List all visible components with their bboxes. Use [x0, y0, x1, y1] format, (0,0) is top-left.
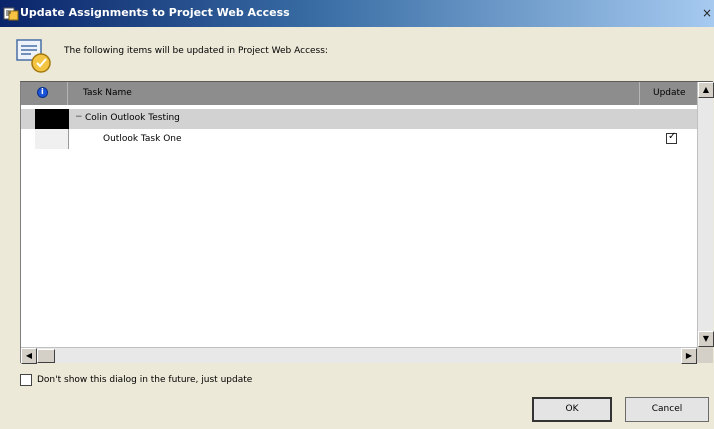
grid-body: − Colin Outlook Testing Outlook Task One… [21, 105, 698, 347]
row-indicator-cell [35, 129, 69, 149]
dont-show-checkbox[interactable] [20, 374, 32, 386]
grid-header: i Task Name Update [21, 82, 698, 105]
scroll-down-icon[interactable]: ▼ [698, 331, 714, 347]
info-icon: i [37, 87, 48, 98]
vertical-scrollbar[interactable]: ▲ ▼ [697, 82, 714, 347]
update-assignments-dialog: Update Assignments to Project Web Access… [0, 0, 714, 429]
table-row[interactable]: Outlook Task One ✓ [21, 129, 698, 149]
collapse-icon[interactable]: − [75, 112, 85, 122]
scrollbar-corner [697, 347, 713, 363]
scroll-right-icon[interactable]: ▶ [681, 348, 697, 364]
update-checkbox[interactable]: ✓ [666, 131, 677, 144]
column-header-task-name[interactable]: Task Name [83, 88, 132, 98]
dont-show-label[interactable]: Don't show this dialog in the future, ju… [37, 375, 252, 385]
title-bar[interactable]: Update Assignments to Project Web Access… [0, 0, 714, 27]
check-mark-icon: ✓ [668, 131, 677, 142]
scroll-left-icon[interactable]: ◀ [21, 348, 37, 364]
table-row-group[interactable]: − Colin Outlook Testing [21, 109, 698, 129]
cancel-button[interactable]: Cancel [625, 397, 709, 422]
window-title: Update Assignments to Project Web Access [20, 6, 290, 19]
column-divider[interactable] [67, 82, 68, 105]
column-divider[interactable] [639, 82, 640, 105]
project-app-icon [3, 7, 19, 21]
update-tasks-icon [16, 39, 51, 73]
group-label: Colin Outlook Testing [85, 113, 180, 123]
assignments-grid[interactable]: i Task Name Update − Colin Outlook Testi… [20, 81, 714, 364]
scroll-up-icon[interactable]: ▲ [698, 82, 714, 98]
info-glyph: i [41, 87, 44, 96]
ok-button[interactable]: OK [532, 397, 612, 422]
dialog-message: The following items will be updated in P… [64, 46, 328, 56]
column-header-update[interactable]: Update [653, 88, 686, 98]
close-icon[interactable]: × [700, 5, 714, 21]
scroll-thumb[interactable] [37, 349, 55, 363]
horizontal-scrollbar[interactable]: ◀ ▶ [21, 347, 697, 364]
row-indicator-cell [35, 109, 69, 129]
task-name-cell: Outlook Task One [103, 134, 182, 144]
